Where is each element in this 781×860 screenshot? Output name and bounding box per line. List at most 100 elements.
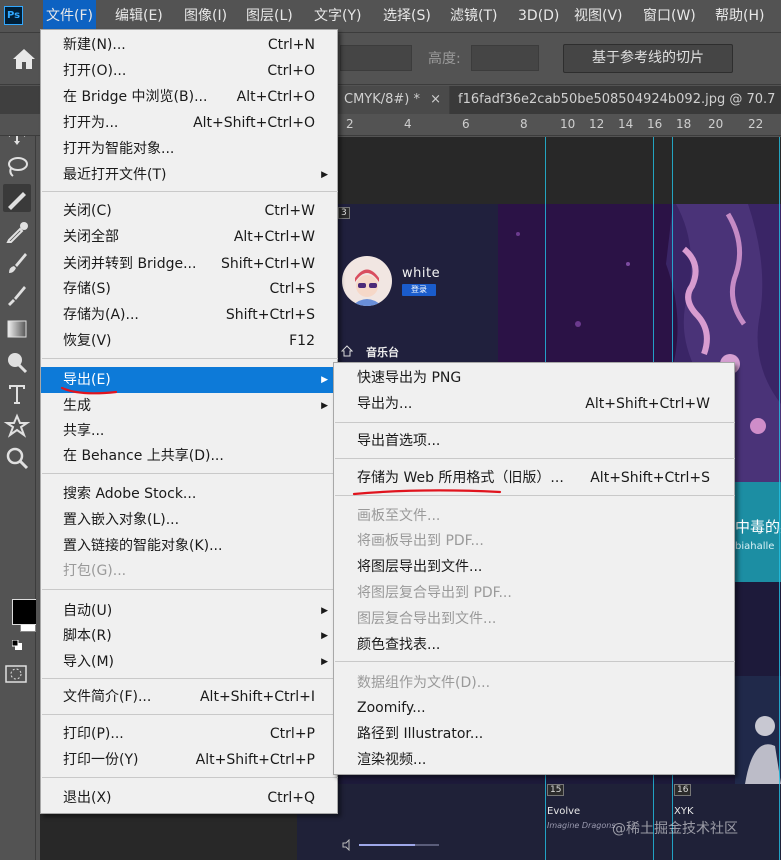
menu-item-close-go-bridge[interactable]: 关闭并转到 Bridge... Shift+Ctrl+W xyxy=(41,251,337,277)
menu-item-print[interactable]: 打印(P)... Ctrl+P xyxy=(41,721,337,747)
design-user-badge: 登录 xyxy=(402,284,436,296)
menu-item-new[interactable]: 新建(N)... Ctrl+N xyxy=(41,32,337,58)
lasso-tool-icon[interactable] xyxy=(3,153,31,181)
document-tab[interactable]: CMYK/8#) * × xyxy=(336,86,449,114)
menu-item-exit[interactable]: 退出(X) Ctrl+Q xyxy=(41,785,337,811)
height-input[interactable] xyxy=(471,45,539,71)
menu-item-open-as[interactable]: 打开为... Alt+Shift+Ctrl+O xyxy=(41,110,337,136)
menu-item-render-video[interactable]: 渲染视频... xyxy=(334,747,734,773)
home-icon[interactable] xyxy=(12,48,36,70)
menu-item-label: 关闭(C) xyxy=(63,203,112,219)
menu-item-shortcut: Ctrl+W xyxy=(264,203,315,219)
ruler-label: 6 xyxy=(462,117,470,131)
menu-separator xyxy=(335,661,735,662)
menu-item-share[interactable]: 共享... xyxy=(41,418,337,444)
menu-item-label: 恢复(V) xyxy=(63,333,112,349)
brush-tool-icon[interactable] xyxy=(3,249,31,277)
volume-slider xyxy=(359,844,439,846)
menu-item-scripts[interactable]: 脚本(R) ▶ xyxy=(41,623,337,649)
zoom-tool-icon[interactable] xyxy=(3,444,31,472)
menu-item-data-sets-as-files[interactable]: 数据组作为文件(D)... xyxy=(334,670,734,696)
menu-item-close[interactable]: 关闭(C) Ctrl+W xyxy=(41,198,337,224)
width-input[interactable] xyxy=(340,45,412,71)
menu-item-layer-comps-to-files[interactable]: 图层复合导出到文件... xyxy=(334,606,734,632)
menu-item-label: 渲染视频... xyxy=(357,752,427,768)
menu-item-label: 打包(G)... xyxy=(63,563,127,579)
menu-select[interactable]: 选择(S) xyxy=(380,0,434,33)
menu-item-label: 导入(M) xyxy=(63,654,115,670)
menu-separator xyxy=(42,777,338,778)
pen-tool-icon[interactable] xyxy=(3,184,31,212)
close-icon[interactable]: × xyxy=(430,92,441,107)
menu-item-export-preferences[interactable]: 导出首选项... xyxy=(334,428,734,454)
menu-item-label: 将图层导出到文件... xyxy=(357,559,483,575)
menu-item-open[interactable]: 打开(O)... Ctrl+O xyxy=(41,58,337,84)
ruler-label: 8 xyxy=(520,117,528,131)
menu-item-import[interactable]: 导入(M) ▶ xyxy=(41,649,337,675)
menu-item-label: 将画板导出到 PDF... xyxy=(357,533,484,549)
menu-item-label: 打开为智能对象... xyxy=(63,141,175,157)
menu-item-paths-to-illustrator[interactable]: 路径到 Illustrator... xyxy=(334,721,734,747)
eyedropper-tool-icon[interactable] xyxy=(3,217,31,245)
menu-3d[interactable]: 3D(D) xyxy=(515,0,562,33)
menu-item-save-as[interactable]: 存储为(A)... Shift+Ctrl+S xyxy=(41,302,337,328)
document-tab[interactable]: f16fadf36e2cab50be508504924b092.jpg @ 70… xyxy=(450,86,781,114)
menu-item-print-one-copy[interactable]: 打印一份(Y) Alt+Shift+Ctrl+P xyxy=(41,747,337,773)
slices-from-guides-button[interactable]: 基于参考线的切片 xyxy=(563,44,733,73)
file-menu: 新建(N)... Ctrl+N 打开(O)... Ctrl+O 在 Bridge 中… xyxy=(40,29,338,814)
menu-item-file-info[interactable]: 文件简介(F)... Alt+Shift+Ctrl+I xyxy=(41,684,337,710)
menu-item-label: 置入嵌入对象(L)... xyxy=(63,512,180,528)
default-colors-icon[interactable] xyxy=(11,638,22,650)
menu-item-quick-export-png[interactable]: 快速导出为 PNG xyxy=(334,365,734,391)
menu-separator xyxy=(42,473,338,474)
ruler-label: 16 xyxy=(647,117,663,131)
menu-item-label: 退出(X) xyxy=(63,790,112,806)
slice-number-badge[interactable]: 16 xyxy=(674,784,692,796)
menu-item-color-lookup-tables[interactable]: 颜色查找表... xyxy=(334,632,734,658)
menu-window[interactable]: 窗口(W) xyxy=(640,0,699,33)
menu-item-open-smart-object[interactable]: 打开为智能对象... xyxy=(41,136,337,162)
menu-item-layers-to-files[interactable]: 将图层导出到文件... xyxy=(334,554,734,580)
menu-item-close-all[interactable]: 关闭全部 Alt+Ctrl+W xyxy=(41,224,337,250)
gradient-tool-icon[interactable] xyxy=(3,315,31,343)
dodge-tool-icon[interactable] xyxy=(3,348,31,376)
foreground-color-swatch[interactable] xyxy=(12,599,38,625)
menu-item-place-linked[interactable]: 置入链接的智能对象(K)... xyxy=(41,533,337,559)
menu-item-artboards-to-pdf[interactable]: 将画板导出到 PDF... xyxy=(334,528,734,554)
clone-stamp-tool-icon[interactable] xyxy=(3,282,31,310)
menu-item-save[interactable]: 存储(S) Ctrl+S xyxy=(41,276,337,302)
menu-item-artboards-to-files[interactable]: 画板至文件... xyxy=(334,503,734,529)
design-nav-label: 音乐台 xyxy=(366,346,399,359)
menu-separator xyxy=(42,714,338,715)
menu-filter[interactable]: 滤镜(T) xyxy=(447,0,500,33)
menu-separator xyxy=(335,422,735,423)
menu-item-share-behance[interactable]: 在 Behance 上共享(D)... xyxy=(41,443,337,469)
menu-item-search-adobe-stock[interactable]: 搜索 Adobe Stock... xyxy=(41,481,337,507)
menu-help[interactable]: 帮助(H) xyxy=(712,0,767,33)
slice-number-badge[interactable]: 15 xyxy=(547,784,565,796)
menu-item-automate[interactable]: 自动(U) ▶ xyxy=(41,598,337,624)
menu-item-place-embedded[interactable]: 置入嵌入对象(L)... xyxy=(41,507,337,533)
menu-item-label: 打印一份(Y) xyxy=(63,752,139,768)
type-tool-icon[interactable] xyxy=(3,380,31,408)
menu-item-label: 新建(N)... xyxy=(63,37,126,53)
menu-item-export-as[interactable]: 导出为... Alt+Shift+Ctrl+W xyxy=(334,391,734,417)
menu-item-package[interactable]: 打包(G)... xyxy=(41,558,337,584)
menu-item-label: 将图层复合导出到 PDF... xyxy=(357,585,512,601)
menu-item-shortcut: Alt+Ctrl+O xyxy=(236,89,315,105)
menu-item-recent-files[interactable]: 最近打开文件(T) ▶ xyxy=(41,162,337,188)
menu-item-revert[interactable]: 恢复(V) F12 xyxy=(41,328,337,354)
menu-item-layer-comps-to-pdf[interactable]: 将图层复合导出到 PDF... xyxy=(334,580,734,606)
submenu-arrow-icon: ▶ xyxy=(321,631,328,641)
design-album-artist: Imagine Dragons xyxy=(547,821,616,830)
shape-tool-icon[interactable] xyxy=(3,412,31,440)
slice-number-badge[interactable]: 3 xyxy=(338,207,350,219)
design-user-name: white xyxy=(402,266,441,281)
quick-mask-icon[interactable] xyxy=(5,665,27,683)
design-banner-subtitle: biahalle xyxy=(735,541,775,552)
menu-view[interactable]: 视图(V) xyxy=(571,0,626,33)
ruler-label: 4 xyxy=(404,117,412,131)
menu-item-shortcut: Alt+Shift+Ctrl+W xyxy=(585,396,710,412)
menu-item-browse-bridge[interactable]: 在 Bridge 中浏览(B)... Alt+Ctrl+O xyxy=(41,84,337,110)
menu-item-zoomify[interactable]: Zoomify... xyxy=(334,695,734,721)
